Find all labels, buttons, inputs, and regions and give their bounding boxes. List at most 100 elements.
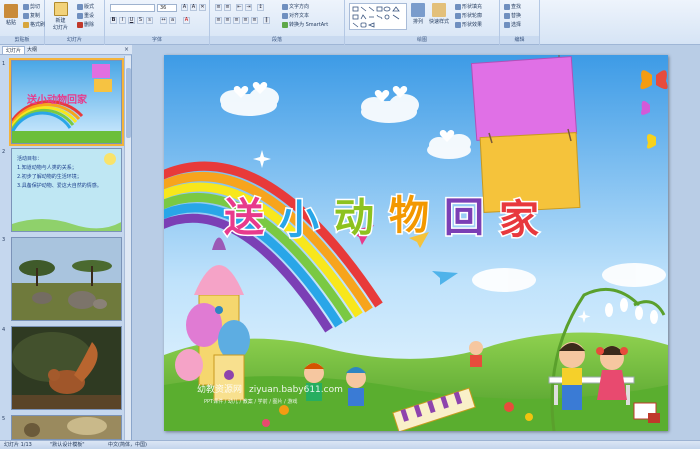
align-text-icon (282, 12, 288, 19)
group-label: 段落 (210, 36, 344, 44)
font-color-button[interactable]: A (183, 17, 190, 24)
layout-button[interactable]: 版式 (77, 3, 94, 10)
slide-thumbnail-1[interactable]: 送小动物回家 (9, 58, 124, 146)
language-indicator[interactable]: 中文(简体，中国) (108, 441, 147, 449)
effects-icon (455, 21, 461, 28)
shape-effects-button[interactable]: 形状效果 (455, 21, 482, 28)
justify-button[interactable]: ≡ (242, 17, 249, 24)
fill-bucket-icon (455, 3, 461, 10)
panel-tabs: 幻灯片 大纲 × (0, 45, 132, 55)
slide-2-decoration (12, 153, 121, 231)
title-char-2: 小 (279, 197, 319, 243)
title-char-5: 回 (444, 195, 484, 241)
align-right-button[interactable]: ≡ (233, 17, 240, 24)
slides-group: 新建 幻灯片 版式 重设 删除 幻灯片 (45, 0, 105, 45)
line-spacing-button[interactable]: ↕ (257, 4, 264, 11)
slide-workspace: 送 小 动 物 回 家 幼教资源网 ziyuan.baby611.com PPT… (133, 45, 700, 440)
arrange-icon (411, 3, 425, 17)
slide-thumbnail-2[interactable]: 活动目标： 1.知道动物与人类的关系； 2.初步了解动物的生活环境； 3.具备保… (11, 148, 122, 232)
slide-panel: 幻灯片 大纲 × 1 送小动物回家 2 活动目标： 1.知道动物与人类的关系； (0, 45, 132, 440)
cut-button[interactable]: 剪切 (23, 3, 40, 10)
bullets-button[interactable]: ≡ (215, 4, 222, 11)
slide-1-preview: 送小动物回家 (12, 61, 121, 143)
select-button[interactable]: 选择 (504, 21, 521, 28)
slide-number: 3 (2, 237, 6, 243)
title-char-1: 送 (224, 195, 264, 241)
strikethrough-button[interactable]: S (137, 17, 144, 24)
slide-3-elephants-image (12, 238, 121, 320)
arrange-button[interactable]: 排列 (411, 3, 425, 25)
scissors-icon (23, 3, 29, 10)
shapes-gallery[interactable] (349, 3, 407, 30)
underline-button[interactable]: U (128, 17, 135, 24)
align-text-button[interactable]: 对齐文本 (282, 12, 309, 19)
watermark-url: ziyuan.baby611.com (249, 385, 343, 395)
tab-slides[interactable]: 幻灯片 (2, 46, 26, 54)
change-case-button[interactable]: a (169, 17, 176, 24)
title-char-6: 家 (499, 197, 539, 243)
distribute-button[interactable]: ≡ (251, 17, 258, 24)
brush-icon (23, 21, 29, 28)
replace-icon (504, 12, 510, 19)
font-size-box[interactable]: 36 (157, 4, 177, 12)
shrink-font-button[interactable]: A (190, 4, 197, 11)
text-direction-icon (282, 3, 288, 10)
editing-group: 查找 替换 选择 编辑 (500, 0, 540, 45)
columns-button[interactable]: ‖ (263, 17, 270, 24)
numbering-button[interactable]: ≡ (224, 4, 231, 11)
slide-canvas[interactable]: 送 小 动 物 回 家 幼教资源网 ziyuan.baby611.com PPT… (164, 55, 668, 431)
reset-icon (77, 12, 83, 19)
replace-button[interactable]: 替换 (504, 12, 521, 19)
group-label: 编辑 (500, 36, 539, 44)
drawing-group: 排列 快速样式 形状填充 形状轮廓 形状效果 绘图 (345, 0, 500, 45)
tab-outline[interactable]: 大纲 (24, 46, 40, 54)
quick-styles-button[interactable]: 快速样式 (429, 3, 449, 25)
new-slide-icon (53, 2, 68, 16)
slide-number: 2 (2, 149, 6, 155)
grow-font-button[interactable]: A (181, 4, 188, 11)
paragraph-group: ≡ ≡ ⇤ ⇥ ↕ ≡ ≡ ≡ ≡ ≡ ‖ 文字方向 对齐文本 转换为 Smar… (210, 0, 345, 45)
font-group: 36 A A ✕ B I U S s ↔ a A 字体 (105, 0, 210, 45)
text-direction-button[interactable]: 文字方向 (282, 3, 309, 10)
decrease-indent-button[interactable]: ⇤ (236, 4, 243, 11)
shape-outline-button[interactable]: 形状轮廓 (455, 12, 482, 19)
status-bar: 幻灯片 1/13 "默认设计模板" 中文(简体，中国) (0, 440, 700, 449)
align-center-button[interactable]: ≡ (224, 17, 231, 24)
new-slide-button[interactable]: 新建 幻灯片 (53, 2, 68, 31)
copy-icon (23, 12, 29, 19)
group-label: 绘图 (345, 36, 499, 44)
slide-number: 5 (2, 416, 6, 422)
bold-button[interactable]: B (110, 17, 117, 24)
copy-button[interactable]: 复制 (23, 12, 40, 19)
pen-icon (455, 12, 461, 19)
group-label: 剪贴板 (0, 36, 44, 44)
quick-styles-icon (432, 3, 446, 17)
clipboard-group: 粘贴 剪切 复制 格式刷 剪贴板 (0, 0, 45, 45)
paste-icon (4, 4, 18, 18)
title-char-3: 动 (334, 195, 374, 241)
panel-close-icon[interactable]: × (124, 46, 129, 53)
char-spacing-button[interactable]: ↔ (160, 17, 167, 24)
shadow-button[interactable]: s (146, 17, 153, 24)
reset-button[interactable]: 重设 (77, 12, 94, 19)
clear-format-button[interactable]: ✕ (199, 4, 206, 11)
panel-scrollbar-thumb[interactable] (126, 68, 131, 138)
delete-slide-button[interactable]: 删除 (77, 21, 94, 28)
smartart-button[interactable]: 转换为 SmartArt (282, 21, 328, 28)
slide-1-artwork: 送 小 动 物 回 家 幼教资源网 ziyuan.baby611.com PPT… (164, 55, 668, 431)
group-label: 幻灯片 (45, 36, 104, 44)
slide-thumbnail-3[interactable] (11, 237, 122, 321)
find-button[interactable]: 查找 (504, 3, 521, 10)
shape-fill-button[interactable]: 形状填充 (455, 3, 482, 10)
format-painter-button[interactable]: 格式刷 (23, 21, 45, 28)
panel-scrollbar[interactable] (124, 56, 131, 440)
italic-button[interactable]: I (119, 17, 126, 24)
binoculars-icon (504, 3, 510, 10)
slide-thumbnail-5[interactable] (11, 415, 122, 440)
slide-1-thumb-title: 送小动物回家 (26, 93, 88, 106)
font-name-box[interactable] (110, 4, 155, 12)
slide-thumbnail-4[interactable] (11, 326, 122, 410)
paste-button[interactable]: 粘贴 (4, 4, 18, 26)
align-left-button[interactable]: ≡ (215, 17, 222, 24)
increase-indent-button[interactable]: ⇥ (245, 4, 252, 11)
